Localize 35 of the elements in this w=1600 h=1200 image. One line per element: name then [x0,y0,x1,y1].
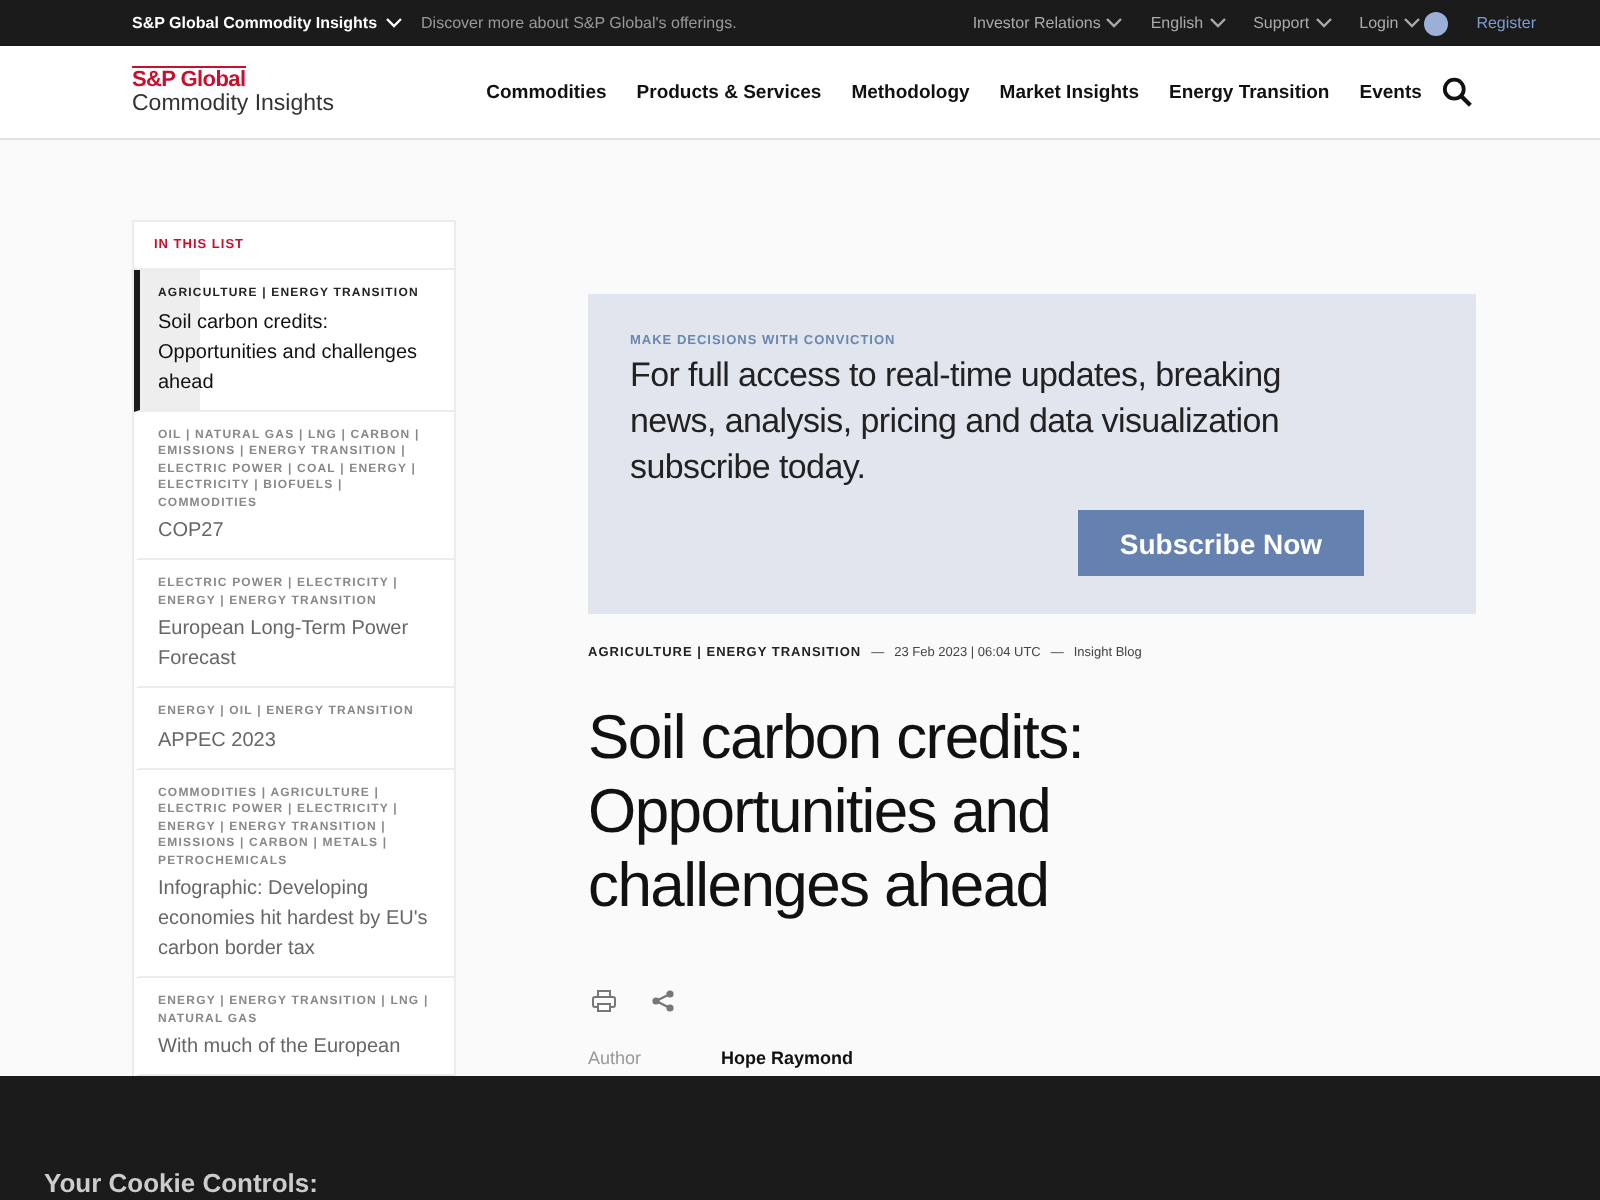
nav-link[interactable]: Events [1359,81,1422,103]
register-link[interactable]: Register [1476,14,1536,32]
author-link[interactable]: Hope Raymond [721,1048,854,1068]
nav-link[interactable]: Commodities [486,81,607,103]
top-menu-link[interactable]: Login [1359,14,1421,32]
author-label: Author [588,1048,642,1068]
nav-link[interactable]: Energy Transition [1168,81,1330,103]
cookie-title: Your Cookie Controls: [42,1166,320,1198]
top-menu-link[interactable]: English [1150,14,1226,32]
nav-link[interactable]: Products & Services [636,81,822,103]
nav-link[interactable]: Methodology [851,81,970,103]
chevron-icon [1209,18,1226,28]
top-menu-link[interactable]: Support [1253,14,1332,32]
item-title: COP27 [158,518,226,546]
search-icon[interactable] [1441,76,1472,108]
item-title: Soil carbon credits: Opportunities and challenges ahead [158,309,420,397]
article-title: Soil carbon credits: Opportunities and challenges ahead [588,700,1086,922]
tagline: Discover more about S&P Global's offerings. [421,14,737,32]
item-title: European Long-Term Power Forecast [158,616,411,674]
print-icon[interactable] [592,990,616,1012]
chevron-icon [385,18,402,28]
item-title: With much of the European [158,1034,403,1062]
logo[interactable]: S&P Global Commodity Insights [132,66,435,118]
top-menu-link[interactable]: Investor Relations [972,14,1123,32]
brand-menu[interactable]: S&P Global Commodity Insights [132,14,402,32]
chevron-icon [1106,18,1123,28]
subscribe-button[interactable]: Subscribe Now [1078,510,1364,576]
user-avatar-icon[interactable] [1424,11,1449,35]
item-title: Infographic: Developing economies hit hardest by EU's carbon border tax [158,876,430,964]
promo-text: For full access to real-time updates, breaking news, analysis, pricing and data visualization subscribe today. [630,354,1283,490]
share-icon[interactable] [652,990,674,1012]
nav-link[interactable]: Market Insights [999,81,1139,103]
chevron-icon [1315,18,1332,28]
chevron-icon [1404,18,1421,28]
item-title: APPEC 2023 [158,727,278,755]
